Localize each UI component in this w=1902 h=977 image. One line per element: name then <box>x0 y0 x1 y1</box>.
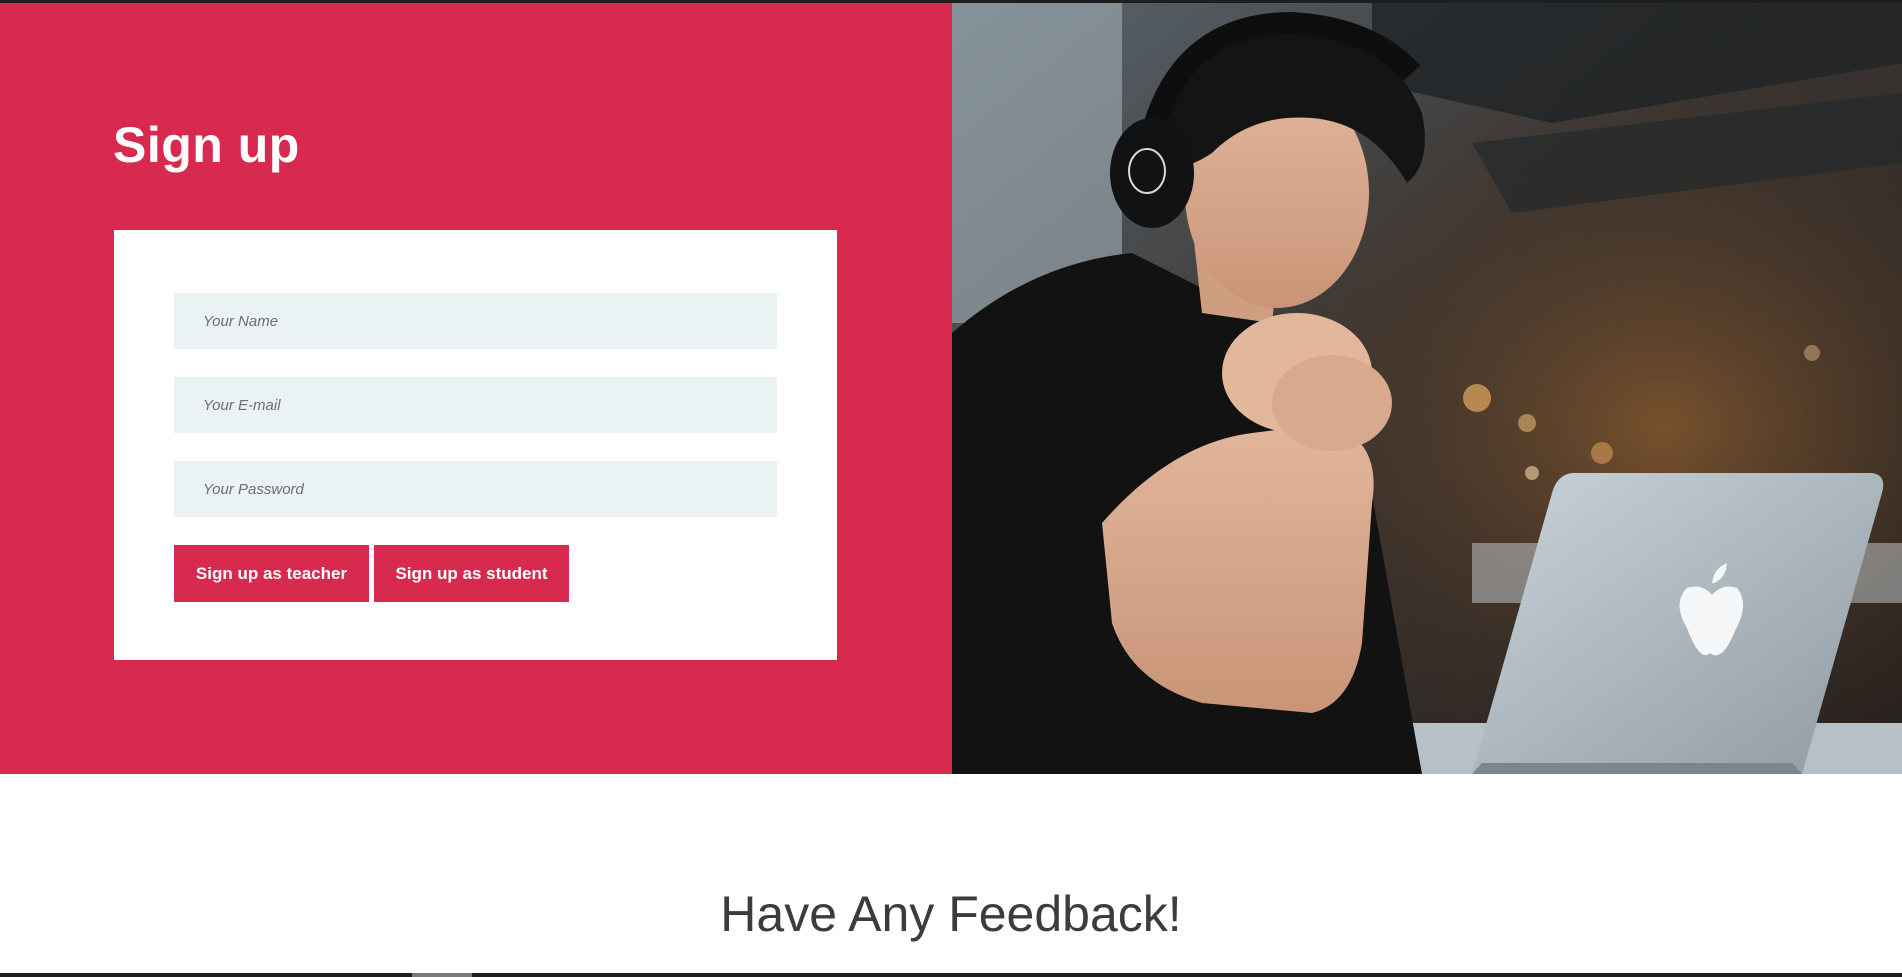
page: Sign up Sign up as teacher Sign up as st… <box>0 0 1902 977</box>
email-input[interactable] <box>174 377 777 433</box>
signup-student-button[interactable]: Sign up as student <box>374 545 569 602</box>
scroll-indicator <box>412 973 472 977</box>
signup-title: Sign up <box>113 117 300 173</box>
signup-teacher-button[interactable]: Sign up as teacher <box>174 545 369 602</box>
signup-form-card: Sign up as teacher Sign up as student <box>114 230 837 660</box>
bottom-edge <box>0 973 1902 977</box>
hero-photo <box>952 3 1902 774</box>
feedback-title: Have Any Feedback! <box>720 886 1182 942</box>
password-input[interactable] <box>174 461 777 517</box>
name-input[interactable] <box>174 293 777 349</box>
hero-photo-illustration <box>952 3 1902 774</box>
signup-section: Sign up Sign up as teacher Sign up as st… <box>0 3 952 774</box>
